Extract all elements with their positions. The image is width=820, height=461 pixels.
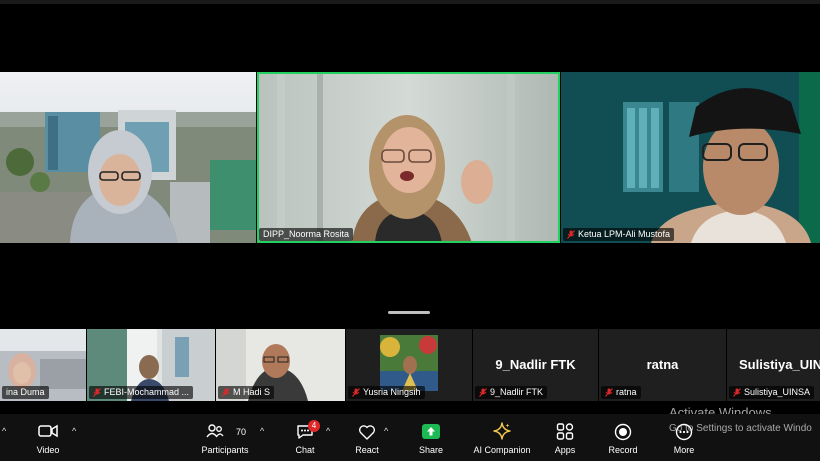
participant-name-tag: 9_Nadlir FTK [475,386,548,399]
mic-muted-icon [479,388,487,397]
participant-name-tag: Yusria Ningsih [348,386,425,399]
video-tile-campus[interactable] [0,72,256,243]
chat-options-chevron-icon[interactable]: ^ [326,426,330,436]
react-options-chevron-icon[interactable]: ^ [384,426,388,436]
video-tile-active-speaker[interactable]: DIPP_Noorma Rosita [257,72,560,243]
ai-companion-button[interactable]: AI Companion [470,414,534,461]
participant-name-tag: M Hadi S [218,386,275,399]
participant-name-tag: Sulistiya_UINSA [729,386,815,399]
share-button[interactable]: Share [414,414,448,461]
participant-display-name: ratna [646,357,679,372]
mic-muted-icon [352,388,360,397]
participant-name-tag: ina Duma [2,386,49,399]
sparkle-icon [493,422,511,440]
chevron-up-icon[interactable]: ^ [2,426,6,436]
participant-display-name: 9_Nadlir FTK [495,357,576,372]
participant-name: Yusria Ningsih [363,387,421,397]
video-feed-speaker [257,72,560,243]
more-label: More [673,445,695,455]
strip-tile-yusria-ningsih[interactable]: Yusria Ningsih [346,329,472,401]
window-top-strip [0,0,820,4]
mic-muted-icon [222,388,230,397]
chat-unread-badge: 4 [308,420,320,432]
gallery-resize-handle[interactable] [388,311,430,314]
participant-name: FEBI-Mochammad ... [104,387,190,397]
windows-activation-subtitle: Go to Settings to activate Windo [669,423,812,434]
participant-name-tag: FEBI-Mochammad ... [89,386,194,399]
meeting-toolbar: ^ Video ^ 70 Participants ^ 4 Chat ^ Rea… [0,414,820,461]
participants-options-chevron-icon[interactable]: ^ [260,426,264,436]
participant-name: Sulistiya_UINSA [744,387,811,397]
strip-tile-9-nadlir-ftk[interactable]: 9_Nadlir FTK 9_Nadlir FTK [473,329,598,401]
strip-tile-m-hadi[interactable]: M Hadi S [216,329,345,401]
participant-name-tag: Ketua LPM-Ali Mustofa [563,228,675,241]
more-button[interactable]: More [667,414,701,461]
heart-icon [358,425,376,440]
record-label: Record [608,445,638,455]
mic-muted-icon [93,388,101,397]
strip-tile-ina-duma[interactable]: ina Duma [0,329,86,401]
strip-tile-sulistiya[interactable]: Sulistiya_UIN Sulistiya_UINSA [727,329,820,401]
strip-tile-ratna[interactable]: ratna ratna [599,329,726,401]
chat-button[interactable]: 4 Chat [288,414,322,461]
record-button[interactable]: Record [606,414,640,461]
participant-name-tag: DIPP_Noorma Rosita [259,228,354,241]
apps-label: Apps [554,445,576,455]
participant-name: ratna [616,387,637,397]
participant-name: M Hadi S [233,387,271,397]
video-tile-ali-mustofa[interactable]: Ketua LPM-Ali Mustofa [561,72,820,243]
participant-avatar [380,335,438,391]
strip-tile-febi-mochammad[interactable]: FEBI-Mochammad ... [87,329,215,401]
mic-muted-icon [567,230,575,239]
apps-button[interactable]: Apps [548,414,582,461]
apps-grid-icon [556,423,574,440]
video-label: Video [36,445,60,455]
video-feed-ali-mustofa [561,72,820,243]
react-label: React [355,445,379,455]
participants-icon [205,424,224,438]
video-feed-campus [0,72,256,243]
video-options-chevron-icon[interactable]: ^ [72,426,76,436]
participant-name: DIPP_Noorma Rosita [263,229,350,239]
react-button[interactable]: React [350,414,384,461]
participants-count: 70 [236,427,247,437]
share-screen-icon [422,424,440,439]
chat-label: Chat [295,445,315,455]
participant-name: 9_Nadlir FTK [490,387,544,397]
participant-name: Ketua LPM-Ali Mustofa [578,229,671,239]
mic-muted-icon [605,388,613,397]
record-icon [614,423,632,441]
ai-companion-label: AI Companion [473,445,531,455]
mic-muted-icon [733,388,741,397]
participant-name: ina Duma [6,387,45,397]
video-camera-icon [38,424,58,438]
participants-label: Participants [201,445,249,455]
video-button[interactable]: Video [28,414,68,461]
participants-button[interactable]: 70 Participants [196,414,254,461]
share-label: Share [418,445,444,455]
participant-display-name: Sulistiya_UIN [739,357,820,372]
participant-name-tag: ratna [601,386,641,399]
